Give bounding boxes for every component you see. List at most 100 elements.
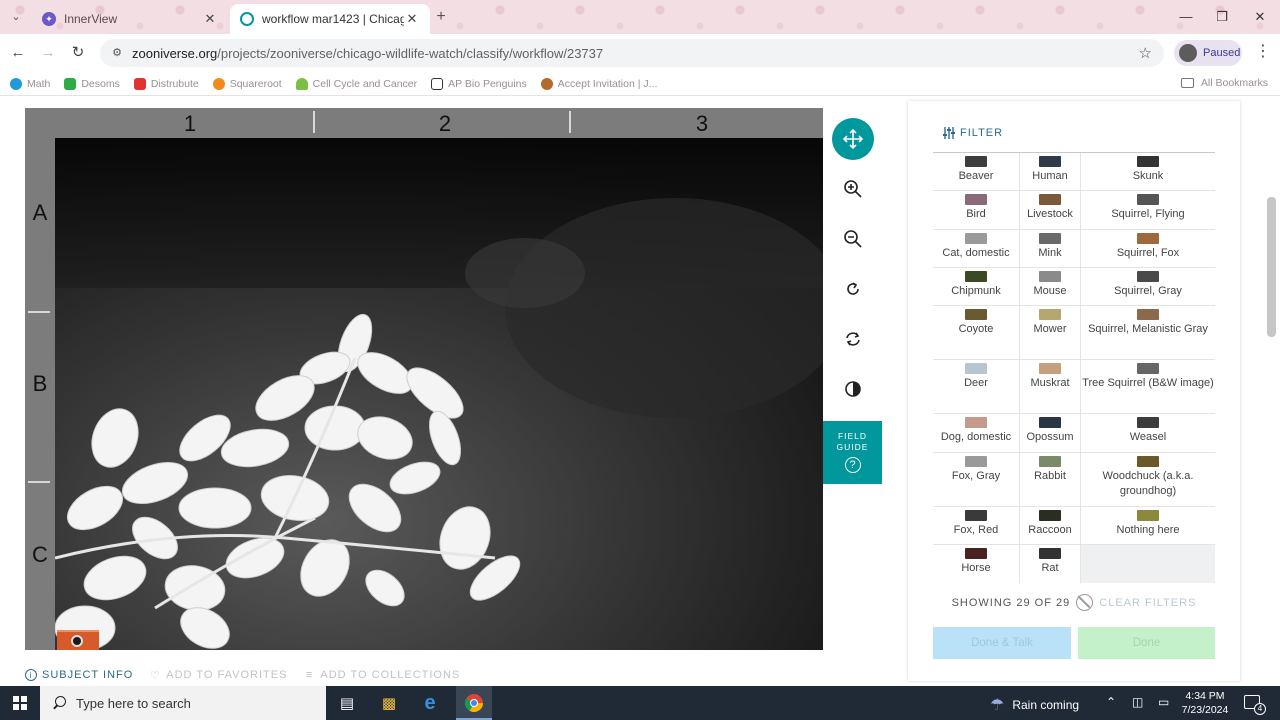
choice-weasel[interactable]: Weasel <box>1080 414 1215 452</box>
bookmark-distrubute[interactable]: Distrubute <box>133 77 199 90</box>
forward-arrow-icon[interactable]: → <box>38 43 58 63</box>
tray-chevron-icon[interactable]: ⌃ <box>1106 695 1116 709</box>
choice-rat[interactable]: Rat <box>1019 545 1080 583</box>
windows-taskbar: Type here to search ▤ ▩ e ☂ Rain coming … <box>0 686 1280 720</box>
choice-human[interactable]: Human <box>1019 153 1080 190</box>
clock-time: 4:34 PM <box>1185 690 1225 702</box>
done-button[interactable]: Done <box>1078 627 1215 659</box>
subject-info-button[interactable]: i SUBJECT INFO <box>25 669 133 681</box>
zoom-in-button[interactable] <box>832 168 874 210</box>
close-tab-icon[interactable]: ✕ <box>404 11 420 27</box>
close-tab-icon[interactable]: ✕ <box>202 11 218 27</box>
invert-button[interactable] <box>832 368 874 410</box>
choice-nothing-here[interactable]: Nothing here <box>1080 507 1215 544</box>
filter-button[interactable]: FILTER <box>942 126 1003 140</box>
choice-squirrel-melanistic-gray[interactable]: Squirrel, Melanistic Gray <box>1080 306 1215 359</box>
task-view-icon[interactable]: ▤ <box>335 691 359 715</box>
choice-woodchuck[interactable]: Woodchuck (a.k.a. groundhog) <box>1080 453 1215 506</box>
bookmark-accept-invitation[interactable]: Accept Invitation | J... <box>540 77 657 90</box>
bookmark-desoms[interactable]: Desoms <box>64 77 120 90</box>
weather-widget[interactable]: ☂ Rain coming <box>990 695 1079 715</box>
choice-mouse[interactable]: Mouse <box>1019 268 1080 305</box>
page-scrollbar-thumb[interactable] <box>1267 197 1276 337</box>
choice-opossum[interactable]: Opossum <box>1019 414 1080 452</box>
folder-icon <box>1180 78 1194 88</box>
choice-livestock[interactable]: Livestock <box>1019 191 1080 229</box>
heart-icon: ♡ <box>149 669 161 682</box>
zoom-out-button[interactable] <box>832 218 874 260</box>
bookmark-star-icon[interactable]: ☆ <box>1139 44 1152 62</box>
bookmark-label: Distrubute <box>150 77 199 90</box>
choice-fox-gray[interactable]: Fox, Gray <box>933 453 1019 506</box>
choice-thumbnail <box>1039 363 1061 374</box>
browser-menu-icon[interactable]: ⋮ <box>1255 44 1271 60</box>
new-tab-plus-icon[interactable]: + <box>432 8 450 26</box>
choice-mink[interactable]: Mink <box>1019 230 1080 267</box>
choice-label: Cat, domestic <box>942 247 1010 259</box>
choice-squirrel-fox[interactable]: Squirrel, Fox <box>1080 230 1215 267</box>
choice-chipmunk[interactable]: Chipmunk <box>933 268 1019 305</box>
choice-skunk[interactable]: Skunk <box>1080 153 1215 190</box>
choice-label: Raccoon <box>1028 524 1072 536</box>
address-bar[interactable]: ⚙ zooniverse.org/projects/zooniverse/chi… <box>100 39 1164 67</box>
choice-horse[interactable]: Horse <box>933 545 1019 583</box>
clear-filters-icon[interactable] <box>1076 594 1094 611</box>
bookmark-squareroot[interactable]: Squareroot <box>212 77 282 90</box>
bookmark-ap-bio[interactable]: AP Bio Penguins <box>431 77 527 90</box>
filter-label: FILTER <box>960 127 1004 139</box>
network-icon[interactable]: ◫ <box>1132 695 1143 709</box>
notification-center-icon[interactable]: 4 <box>1244 695 1266 715</box>
close-window-icon[interactable]: ✕ <box>1250 8 1270 26</box>
choice-bird[interactable]: Bird <box>933 191 1019 229</box>
bookmark-math[interactable]: Math <box>10 77 50 90</box>
all-bookmarks[interactable]: All Bookmarks <box>1180 77 1268 89</box>
choice-fox-red[interactable]: Fox, Red <box>933 507 1019 544</box>
display-icon[interactable]: ▭ <box>1158 695 1169 709</box>
reload-icon[interactable]: ↻ <box>68 43 88 63</box>
choice-squirrel-gray[interactable]: Squirrel, Gray <box>1080 268 1215 305</box>
field-guide-button[interactable]: FIELD GUIDE ? <box>823 421 882 484</box>
done-and-talk-button[interactable]: Done & Talk <box>933 627 1071 659</box>
tab-title: workflow mar1423 | Chicago W <box>262 12 404 26</box>
cell-cycle-bookmark-icon <box>295 77 308 90</box>
choice-deer[interactable]: Deer <box>933 360 1019 413</box>
chrome-taskbar-button[interactable] <box>456 686 492 720</box>
choice-mower[interactable]: Mower <box>1019 306 1080 359</box>
clear-filters-link[interactable]: CLEAR FILTERS <box>1099 597 1196 609</box>
search-placeholder: Type here to search <box>76 695 191 711</box>
back-arrow-icon[interactable]: ← <box>8 43 28 63</box>
url-text: zooniverse.org/projects/zooniverse/chica… <box>132 45 604 61</box>
edge-browser-icon[interactable]: e <box>418 691 442 715</box>
choice-squirrel-flying[interactable]: Squirrel, Flying <box>1080 191 1215 229</box>
camera-trap-image[interactable] <box>55 138 823 650</box>
site-info-icon[interactable]: ⚙ <box>110 46 124 60</box>
filter-status: SHOWING 29 OF 29 CLEAR FILTERS <box>933 594 1215 611</box>
choice-rabbit[interactable]: Rabbit <box>1019 453 1080 506</box>
profile-status: Paused <box>1203 47 1241 59</box>
bookmark-cell-cycle[interactable]: Cell Cycle and Cancer <box>295 77 417 90</box>
add-to-favorites-button[interactable]: ♡ ADD TO FAVORITES <box>149 669 287 682</box>
profile-paused-button[interactable]: Paused <box>1174 40 1242 66</box>
choice-cat-domestic[interactable]: Cat, domestic <box>933 230 1019 267</box>
choice-raccoon[interactable]: Raccoon <box>1019 507 1080 544</box>
choice-coyote[interactable]: Coyote <box>933 306 1019 359</box>
choice-tree-squirrel-bw[interactable]: Tree Squirrel (B&W image) <box>1080 360 1215 413</box>
choice-thumbnail <box>1137 194 1159 205</box>
maximize-icon[interactable]: ❐ <box>1212 8 1232 26</box>
weather-text: Rain coming <box>1012 698 1080 712</box>
windows-start-icon[interactable] <box>13 696 27 710</box>
choice-beaver[interactable]: Beaver <box>933 153 1019 190</box>
rotate-button[interactable] <box>832 268 874 310</box>
tab-zooniverse[interactable]: workflow mar1423 | Chicago W ✕ <box>230 4 430 34</box>
tab-innerview[interactable]: ✦ InnerView ✕ <box>32 4 228 34</box>
tab-search-chevron-icon[interactable]: ⌄ <box>8 9 24 25</box>
reset-button[interactable] <box>832 318 874 360</box>
minimize-icon[interactable]: — <box>1176 8 1196 26</box>
choice-dog-domestic[interactable]: Dog, domestic <box>933 414 1019 452</box>
file-explorer-icon[interactable]: ▩ <box>377 691 401 715</box>
system-clock[interactable]: 4:34 PM 7/23/2024 <box>1180 689 1230 717</box>
taskbar-search-box[interactable]: Type here to search <box>40 686 326 720</box>
add-to-collections-button[interactable]: ≡ ADD TO COLLECTIONS <box>303 669 460 681</box>
move-tool-button[interactable] <box>832 118 874 160</box>
choice-muskrat[interactable]: Muskrat <box>1019 360 1080 413</box>
